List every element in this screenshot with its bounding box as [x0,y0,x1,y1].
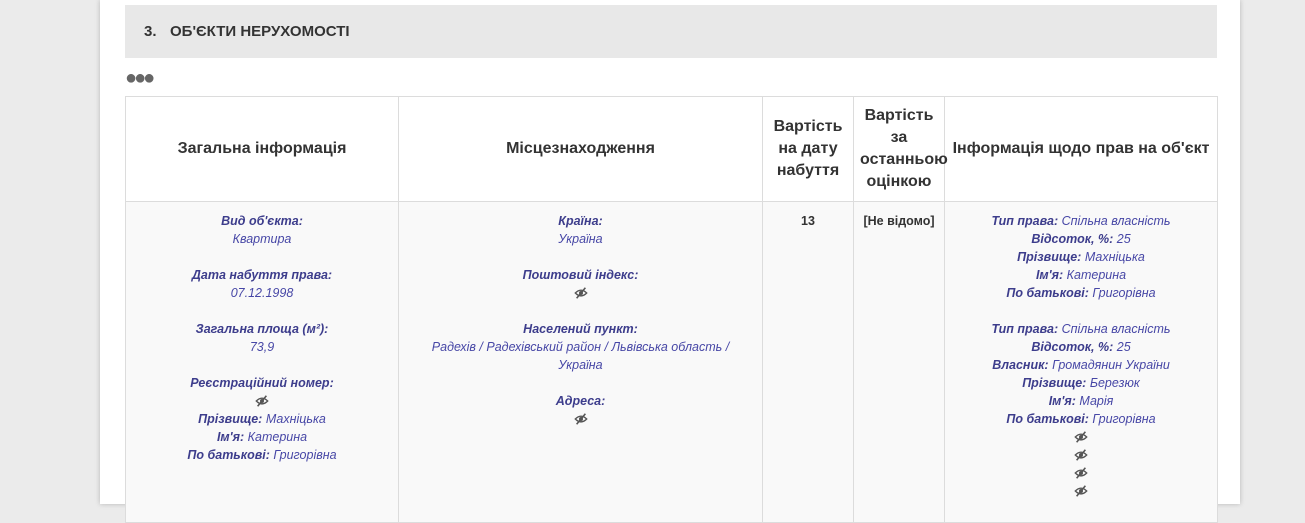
declaration-page: 3. ОБ'ЄКТИ НЕРУХОМОСТІ ●●● Загальна інфо… [100,0,1240,523]
eye-slash-icon [1074,448,1088,462]
area-label: Загальна площа (м²): [195,322,329,336]
name-label: Ім'я: [1035,268,1064,282]
header-general-info: Загальна інформація [125,96,399,202]
object-type-label: Вид об'єкта: [221,214,303,228]
right-type-value: Спільна власність [1061,322,1171,336]
surname-label: Прізвище: [1022,376,1087,390]
surname-label: Прізвище: [1017,250,1082,264]
owner-label: Власник: [992,358,1049,372]
address-label: Адреса: [555,394,606,408]
cost-last-valuation-value: [Не відомо] [863,214,935,228]
eye-slash-icon [1074,466,1088,480]
country-value: Україна [558,232,603,246]
acquisition-date-label: Дата набуття права: [191,268,333,282]
eye-slash-icon [1074,484,1088,498]
patronymic-value: Григорівна [273,448,337,462]
table-header-row: Загальна інформація Місцезнаходження Вар… [125,96,1218,202]
section-title: ОБ'ЄКТИ НЕРУХОМОСТІ [170,23,350,40]
right-type-value: Спільна власність [1061,214,1171,228]
patronymic-value: Григорівна [1092,412,1156,426]
right-type-label: Тип права: [991,322,1059,336]
eye-slash-icon [573,286,588,300]
country-label: Країна: [558,214,603,228]
share-value: 25 [1116,232,1131,246]
registration-number-label: Реєстраційний номер: [190,376,334,390]
postal-code-label: Поштовий індекс: [522,268,639,282]
cell-rights-info: Тип права: Спільна власність Відсоток, %… [944,201,1218,523]
patronymic-label: По батькові: [187,448,270,462]
section-number: 3. [144,23,157,40]
real-estate-table: Загальна інформація Місцезнаходження Вар… [125,96,1218,523]
object-type-value: Квартира [232,232,292,246]
section-header: 3. ОБ'ЄКТИ НЕРУХОМОСТІ [125,5,1217,58]
share-value: 25 [1116,340,1131,354]
surname-label: Прізвище: [198,412,263,426]
header-cost-last-valuation: Вартість за останньою оцінкою [853,96,948,202]
patronymic-value: Григорівна [1092,286,1156,300]
surname-value: Махніцька [265,412,326,426]
more-dots-icon[interactable]: ●●● [125,68,155,88]
name-value: Марія [1079,394,1114,408]
acquisition-date-value: 07.12.1998 [230,286,294,300]
owner-value: Громадянин України [1052,358,1170,372]
cell-location: Країна: Україна Поштовий індекс: Населен… [398,201,763,523]
right-type-label: Тип права: [991,214,1059,228]
eye-slash-icon [573,412,588,426]
name-value: Катерина [247,430,308,444]
surname-value: Березюк [1089,376,1140,390]
eye-slash-icon [255,394,269,408]
eye-slash-icon [1074,430,1088,444]
header-cost-acquisition: Вартість на дату набуття [762,96,854,202]
share-label: Відсоток, %: [1031,340,1114,354]
area-value: 73,9 [249,340,275,354]
share-label: Відсоток, %: [1031,232,1114,246]
patronymic-label: По батькові: [1006,286,1089,300]
settlement-value: Радехів / Радехівський район / Львівська… [431,340,730,372]
surname-value: Махніцька [1084,250,1145,264]
cost-acquisition-value: 13 [801,214,815,228]
header-rights-info: Інформація щодо прав на об'єкт [944,96,1218,202]
name-label: Ім'я: [1048,394,1076,408]
patronymic-label: По батькові: [1006,412,1089,426]
header-location: Місцезнаходження [398,96,763,202]
name-value: Катерина [1066,268,1127,282]
settlement-label: Населений пункт: [523,322,638,336]
cell-cost-last-valuation: [Не відомо] [853,201,945,523]
name-label: Ім'я: [216,430,245,444]
table-row: Вид об'єкта: Квартира Дата набуття права… [125,201,1218,523]
cell-general-info: Вид об'єкта: Квартира Дата набуття права… [125,201,399,523]
cell-cost-acquisition: 13 [762,201,854,523]
